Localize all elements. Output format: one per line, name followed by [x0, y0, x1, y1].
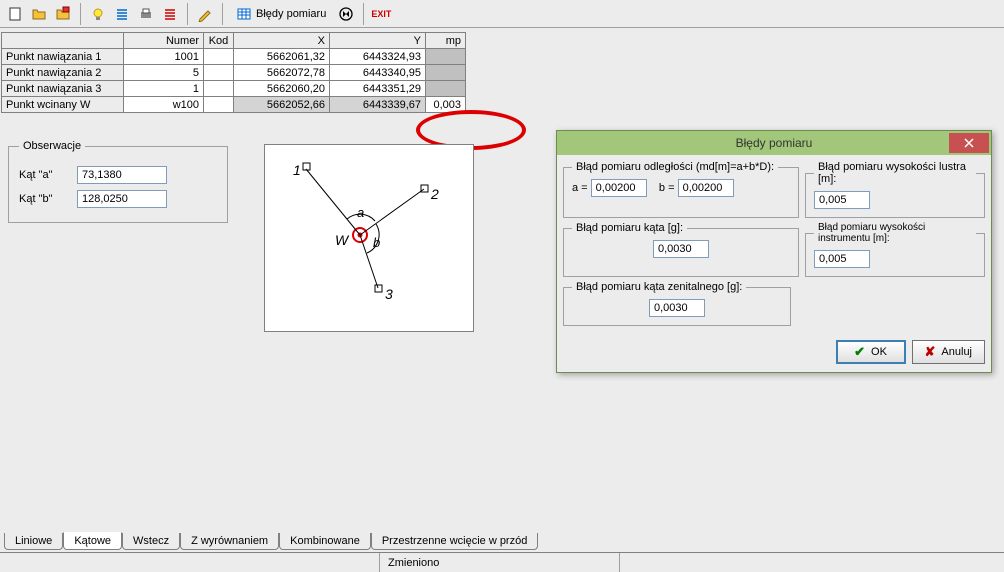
- svg-text:b: b: [373, 235, 380, 250]
- print-icon[interactable]: [135, 3, 157, 25]
- separator: [363, 3, 364, 25]
- col-numer: Numer: [124, 33, 204, 49]
- svg-text:W: W: [335, 232, 350, 248]
- dist-a-input[interactable]: [591, 179, 647, 197]
- pencil-icon[interactable]: [194, 3, 216, 25]
- separator: [80, 3, 81, 25]
- dist-a-label: a =: [572, 182, 588, 194]
- ok-label: OK: [871, 346, 887, 358]
- instr-legend: Błąd pomiaru wysokości instrumentu [m]:: [814, 222, 976, 244]
- distance-error-group: Błąd pomiaru odległości (md[m]=a+b*D): a…: [563, 161, 799, 218]
- table-row[interactable]: Punkt nawiązania 2 5 5662072,78 6443340,…: [2, 65, 466, 81]
- cancel-button[interactable]: ✘ Anuluj: [912, 340, 985, 364]
- status-bar: Zmieniono: [0, 552, 1004, 572]
- points-table: Numer Kod X Y mp Punkt nawiązania 1 1001…: [1, 32, 466, 113]
- close-button[interactable]: [949, 133, 989, 153]
- col-blank: [2, 33, 124, 49]
- intersection-diagram: 1 2 3 W a b: [264, 144, 474, 332]
- table-icon: [236, 6, 252, 22]
- cancel-label: Anuluj: [941, 346, 972, 358]
- close-icon: [964, 138, 974, 148]
- zenith-angle-error-group: Błąd pomiaru kąta zenitalnego [g]:: [563, 281, 791, 326]
- table-row[interactable]: Punkt nawiązania 1 1001 5662061,32 64433…: [2, 49, 466, 65]
- red-lines-icon[interactable]: [159, 3, 181, 25]
- bledy-label: Błędy pomiaru: [256, 8, 326, 20]
- angle-error-group: Błąd pomiaru kąta [g]:: [563, 222, 799, 277]
- mirror-input[interactable]: [814, 191, 870, 209]
- col-kod: Kod: [204, 33, 234, 49]
- mirror-legend: Błąd pomiaru wysokości lustra [m]:: [814, 161, 976, 185]
- observations-legend: Obserwacje: [19, 140, 85, 152]
- new-file-icon[interactable]: [4, 3, 26, 25]
- bledy-pomiaru-button[interactable]: Błędy pomiaru: [229, 3, 333, 25]
- cross-icon: ✘: [925, 344, 936, 360]
- tab-przestrzenne[interactable]: Przestrzenne wcięcie w przód: [371, 533, 539, 550]
- ok-button[interactable]: ✔ OK: [836, 340, 906, 364]
- bottom-tabs: Liniowe Kątowe Wstecz Z wyrównaniem Komb…: [4, 530, 538, 550]
- mirror-height-error-group: Błąd pomiaru wysokości lustra [m]:: [805, 161, 985, 218]
- separator: [187, 3, 188, 25]
- svg-text:3: 3: [385, 286, 393, 302]
- dist-b-label: b =: [659, 182, 675, 194]
- bulb-icon[interactable]: [87, 3, 109, 25]
- instr-input[interactable]: [814, 250, 870, 268]
- col-x: X: [234, 33, 330, 49]
- zenith-input[interactable]: [649, 299, 705, 317]
- main-area: Numer Kod X Y mp Punkt nawiązania 1 1001…: [0, 32, 1004, 536]
- angle-legend: Błąd pomiaru kąta [g]:: [572, 222, 687, 234]
- svg-text:1: 1: [293, 162, 301, 178]
- zenith-legend: Błąd pomiaru kąta zenitalnego [g]:: [572, 281, 746, 293]
- col-y: Y: [330, 33, 426, 49]
- open-folder-icon[interactable]: [28, 3, 50, 25]
- col-mp: mp: [426, 33, 466, 49]
- distance-error-legend: Błąd pomiaru odległości (md[m]=a+b*D):: [572, 161, 778, 173]
- table-row-result[interactable]: Punkt wcinany W w100 5662052,66 6443339,…: [2, 97, 466, 113]
- tab-katowe[interactable]: Kątowe: [63, 532, 122, 550]
- instrument-height-error-group: Błąd pomiaru wysokości instrumentu [m]:: [805, 222, 985, 277]
- observations-group: Obserwacje Kąt "a" Kąt "b": [8, 140, 228, 236]
- lines-icon[interactable]: [111, 3, 133, 25]
- check-icon: ✔: [854, 344, 865, 360]
- angle-b-input[interactable]: [77, 190, 167, 208]
- filter-icon[interactable]: [335, 3, 357, 25]
- tab-z-wyrownaniem[interactable]: Z wyrównaniem: [180, 533, 279, 550]
- svg-text:2: 2: [430, 186, 439, 202]
- tab-kombinowane[interactable]: Kombinowane: [279, 533, 371, 550]
- main-toolbar: Błędy pomiaru EXIT: [0, 0, 1004, 28]
- save-icon[interactable]: [52, 3, 74, 25]
- dialog-titlebar[interactable]: Błędy pomiaru: [557, 131, 991, 155]
- tab-wstecz[interactable]: Wstecz: [122, 533, 180, 550]
- angle-input[interactable]: [653, 240, 709, 258]
- status-cell-1: [0, 553, 380, 572]
- errors-dialog: Błędy pomiaru Błąd pomiaru odległości (m…: [556, 130, 992, 373]
- angle-a-input[interactable]: [77, 166, 167, 184]
- svg-text:a: a: [357, 205, 364, 220]
- exit-button[interactable]: EXIT: [370, 3, 392, 25]
- table-row[interactable]: Punkt nawiązania 3 1 5662060,20 6443351,…: [2, 81, 466, 97]
- tab-liniowe[interactable]: Liniowe: [4, 533, 63, 550]
- angle-b-label: Kąt "b": [19, 193, 69, 205]
- status-text: Zmieniono: [380, 553, 620, 572]
- separator: [222, 3, 223, 25]
- dialog-title-text: Błędy pomiaru: [736, 136, 813, 150]
- dist-b-input[interactable]: [678, 179, 734, 197]
- angle-a-label: Kąt "a": [19, 169, 69, 181]
